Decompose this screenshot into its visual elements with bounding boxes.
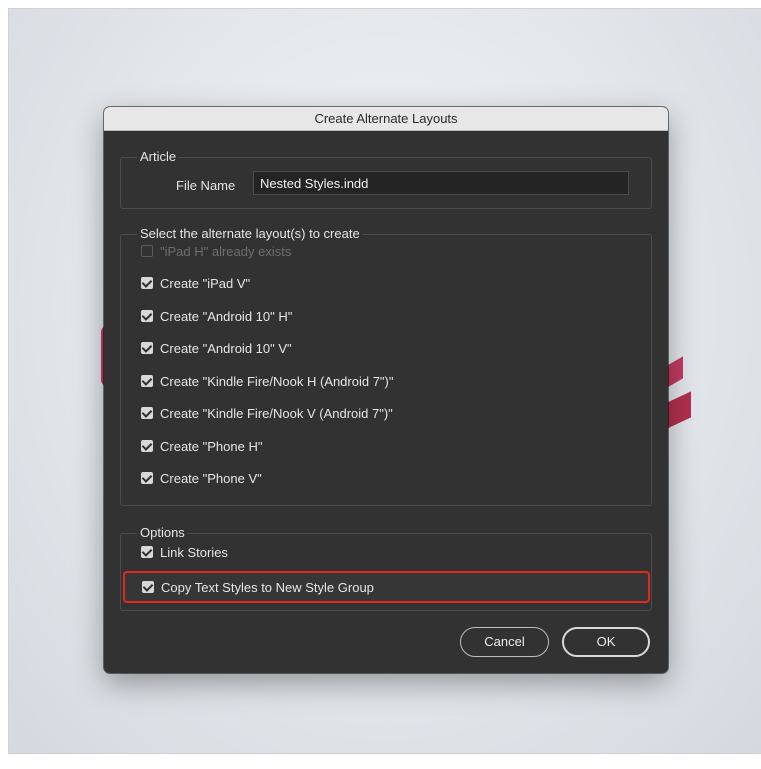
- link-stories-checkbox[interactable]: Link Stories: [141, 542, 228, 562]
- layout-selection-group: Select the alternate layout(s) to create…: [120, 225, 652, 506]
- copy-text-styles-label: Copy Text Styles to New Style Group: [161, 579, 374, 595]
- ok-button[interactable]: OK: [562, 627, 650, 657]
- file-name-input[interactable]: [253, 171, 629, 195]
- layout-option-phone-h[interactable]: Create "Phone H": [141, 436, 262, 456]
- layout-option-label: Create "Android 10" V": [160, 340, 292, 356]
- layout-option-kindle-h[interactable]: Create "Kindle Fire/Nook H (Android 7")": [141, 371, 394, 391]
- layout-option-label: Create "Kindle Fire/Nook V (Android 7")": [160, 405, 393, 421]
- highlight-annotation: Copy Text Styles to New Style Group: [123, 571, 650, 603]
- layout-option-label: Create "Phone V": [160, 470, 262, 486]
- dialog-title: Create Alternate Layouts: [104, 107, 668, 131]
- checkbox-checked-icon[interactable]: [141, 342, 153, 354]
- checkbox-checked-icon[interactable]: [142, 581, 154, 593]
- article-group: Article File Name: [120, 148, 652, 209]
- layout-option-label: Create "Kindle Fire/Nook H (Android 7")": [160, 373, 394, 389]
- checkbox-checked-icon[interactable]: [141, 472, 153, 484]
- checkbox-checked-icon[interactable]: [141, 546, 153, 558]
- layout-option-label: Create "iPad V": [160, 275, 251, 291]
- checkbox-checked-icon[interactable]: [141, 277, 153, 289]
- copy-text-styles-checkbox[interactable]: Copy Text Styles to New Style Group: [142, 577, 374, 597]
- background-artwork-right-bottom: [667, 391, 691, 429]
- options-legend: Options: [137, 524, 188, 542]
- link-stories-label: Link Stories: [160, 544, 228, 560]
- layout-option-label: Create "Phone H": [160, 438, 263, 454]
- cancel-button[interactable]: Cancel: [460, 627, 549, 657]
- file-name-label: File Name: [176, 178, 236, 193]
- checkbox-checked-icon[interactable]: [141, 440, 153, 452]
- create-alternate-layouts-dialog: Create Alternate Layouts Article File Na…: [104, 107, 668, 673]
- background-artwork-right-top: [667, 356, 683, 388]
- article-legend: Article: [137, 148, 180, 166]
- checkbox-checked-icon[interactable]: [141, 407, 153, 419]
- checkbox-checked-icon[interactable]: [141, 375, 153, 387]
- layout-option-kindle-v[interactable]: Create "Kindle Fire/Nook V (Android 7")": [141, 403, 393, 423]
- layout-option-ipad-h: "iPad H" already exists: [141, 241, 291, 261]
- checkbox-icon: [141, 245, 153, 257]
- layout-option-phone-v[interactable]: Create "Phone V": [141, 468, 262, 488]
- layout-option-android-10-v[interactable]: Create "Android 10" V": [141, 338, 292, 358]
- checkbox-checked-icon[interactable]: [141, 310, 153, 322]
- layout-option-label: Create "Android 10" H": [160, 308, 293, 324]
- layout-option-android-10-h[interactable]: Create "Android 10" H": [141, 306, 292, 326]
- layout-option-ipad-v[interactable]: Create "iPad V": [141, 273, 250, 293]
- layout-option-label: "iPad H" already exists: [160, 243, 292, 259]
